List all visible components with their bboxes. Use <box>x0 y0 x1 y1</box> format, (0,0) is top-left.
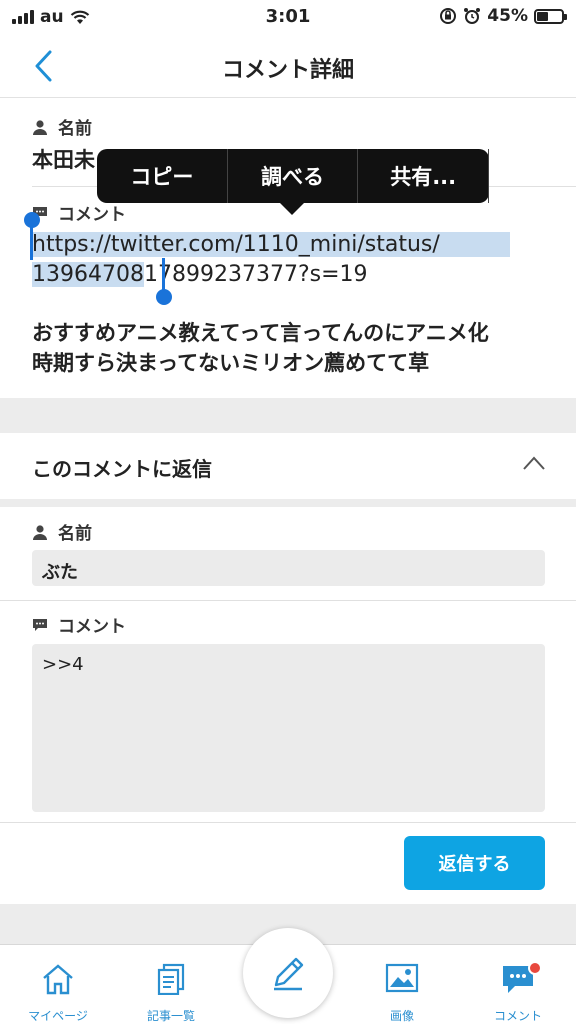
reply-name-field[interactable]: ぶた <box>32 550 545 586</box>
reply-submit-button[interactable]: 返信する <box>404 836 545 890</box>
reply-section-header[interactable]: このコメントに返信 <box>0 433 576 499</box>
articles-icon <box>157 963 185 995</box>
chevron-up-icon[interactable] <box>522 455 546 471</box>
comment-body-line2: 時期すら決まってないミリオン薦めてて草 <box>32 351 430 375</box>
orientation-lock-icon <box>440 8 457 24</box>
reply-comment-label-row: コメント <box>32 612 126 637</box>
name-label-row: 名前 <box>32 114 92 139</box>
reply-name-label-row: 名前 <box>32 519 92 544</box>
url-rest: 17899237377?s=19 <box>143 262 368 287</box>
alarm-icon <box>464 8 481 24</box>
image-icon <box>385 963 419 993</box>
popup-arrow <box>280 203 304 215</box>
tab-label: 記事一覧 <box>146 1009 195 1023</box>
section-separator-thin <box>0 499 576 507</box>
comment-body-line1: おすすめアニメ教えてって言ってんのにアニメ化 <box>32 321 489 345</box>
section-separator <box>0 398 576 433</box>
page-title: コメント詳細 <box>221 58 354 83</box>
notification-badge <box>528 961 542 975</box>
reply-name-label: 名前 <box>58 524 92 544</box>
comment-label: コメント <box>58 205 126 225</box>
battery-percent: 45% <box>487 6 528 26</box>
divider <box>0 600 576 601</box>
comment-label-row: コメント <box>32 200 126 225</box>
selection-end-caret <box>162 258 165 292</box>
battery-icon <box>534 8 567 24</box>
reply-comment-label: コメント <box>58 617 126 637</box>
tab-label: 画像 <box>389 1009 414 1023</box>
selected-text-end: 13964708 <box>32 262 144 287</box>
divider <box>0 822 576 823</box>
edit-menu-popup: コピー 調べる 共有... <box>97 149 490 215</box>
tab-label: コメント <box>493 1009 542 1023</box>
pencil-icon <box>274 957 304 991</box>
reply-comment-textarea[interactable]: >>4 <box>32 644 545 812</box>
home-icon <box>43 964 73 995</box>
comment-url[interactable]: https://twitter.com/1110_mini/status/ 13… <box>32 230 556 290</box>
selection-end-handle[interactable] <box>156 289 172 305</box>
name-label: 名前 <box>58 119 92 139</box>
share-menu-item[interactable]: 共有... <box>358 149 490 203</box>
person-icon <box>33 524 47 540</box>
status-bar: au 3:01 45% <box>0 0 576 34</box>
compose-button[interactable] <box>243 928 333 1018</box>
copy-menu-item[interactable]: コピー <box>97 149 228 203</box>
speech-bubble-icon <box>33 618 47 631</box>
tab-comments[interactable]: コメント <box>460 945 576 1024</box>
tab-label: マイページ <box>28 1009 88 1023</box>
tab-articles[interactable]: 記事一覧 <box>113 945 229 1024</box>
nav-bar: コメント詳細 <box>0 34 576 98</box>
tab-images[interactable]: 画像 <box>344 945 460 1024</box>
commenter-name: 本田未 <box>32 148 95 172</box>
selection-start-caret <box>30 224 33 260</box>
person-icon <box>33 119 47 135</box>
selected-text: https://twitter.com/1110_mini/status/ <box>32 232 510 257</box>
reply-header-title: このコメントに返信 <box>32 457 212 481</box>
tab-mypage[interactable]: マイページ <box>0 945 116 1024</box>
lookup-menu-item[interactable]: 調べる <box>228 149 359 203</box>
